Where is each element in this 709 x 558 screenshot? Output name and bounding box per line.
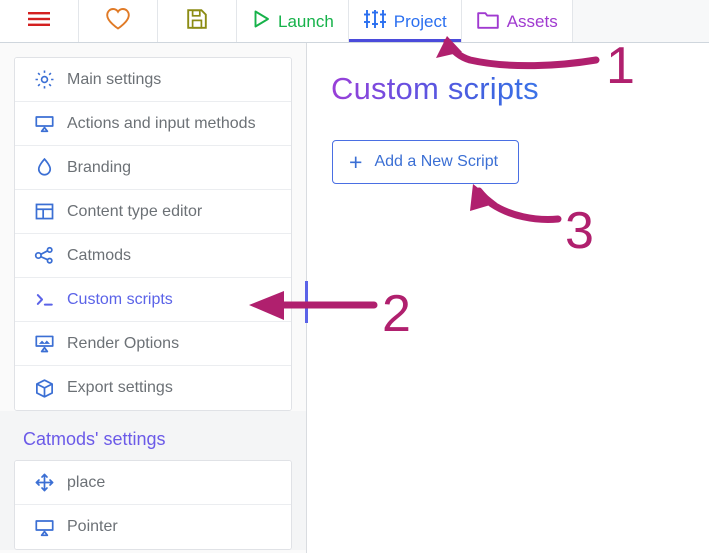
- sidebar-item-label: Content type editor: [67, 202, 203, 220]
- hamburger-menu-icon: [27, 10, 51, 33]
- sidebar-item-label: Pointer: [67, 518, 118, 535]
- share-nodes-icon: [33, 245, 55, 267]
- screen-input-icon: [33, 113, 55, 135]
- move-arrows-icon: [33, 472, 55, 494]
- save-floppy-icon: [185, 7, 209, 36]
- sidebar-item-branding[interactable]: Branding: [15, 146, 291, 190]
- sidebar-item-pointer[interactable]: Pointer: [15, 505, 291, 549]
- sidebar-item-main-settings[interactable]: Main settings: [15, 58, 291, 102]
- sidebar-item-label: Catmods: [67, 246, 132, 264]
- sliders-icon: [363, 8, 387, 35]
- folder-icon: [476, 8, 500, 35]
- catmods-section-title: Catmods' settings: [0, 411, 306, 460]
- sidebar-item-label: Branding: [67, 158, 132, 176]
- sidebar-item-label: Export settings: [67, 379, 173, 396]
- heart-icon: [105, 7, 131, 36]
- menu-button[interactable]: [0, 0, 79, 42]
- catmods-settings-section: Catmods' settings place Pointer: [0, 411, 306, 550]
- sidebar-item-render-options[interactable]: Render Options: [15, 322, 291, 366]
- play-triangle-icon: [251, 9, 271, 34]
- favorites-button[interactable]: [79, 0, 158, 42]
- image-screen-icon: [33, 333, 55, 355]
- launch-tab[interactable]: Launch: [237, 0, 349, 42]
- sidebar-item-content-type-editor[interactable]: Content type editor: [15, 190, 291, 234]
- sidebar-item-label: Actions and input methods: [67, 114, 256, 132]
- screen-input-icon: [33, 516, 55, 538]
- sidebar-item-label: Main settings: [67, 70, 162, 88]
- assets-tab[interactable]: Assets: [461, 0, 573, 42]
- project-tab-label: Project: [393, 11, 447, 31]
- terminal-prompt-icon: [33, 289, 55, 311]
- catmods-nav-group: place Pointer: [14, 460, 292, 550]
- plus-icon: +: [349, 148, 363, 175]
- content-area: Main settings Actions and input methods: [0, 43, 709, 553]
- sidebar-item-place[interactable]: place: [15, 461, 291, 505]
- settings-sidebar: Main settings Actions and input methods: [0, 43, 307, 553]
- project-settings-nav-group: Main settings Actions and input methods: [14, 57, 292, 411]
- package-box-icon: [33, 377, 55, 399]
- add-script-button-label: Add a New Script: [374, 153, 499, 170]
- main-panel: Custom scripts + Add a New Script: [308, 43, 709, 553]
- sidebar-item-label: Render Options: [67, 334, 180, 352]
- text-cursor-caret: [305, 281, 308, 323]
- assets-tab-label: Assets: [506, 11, 558, 31]
- layout-panel-icon: [33, 201, 55, 223]
- sidebar-item-label: place: [67, 473, 106, 491]
- droplet-icon: [33, 157, 55, 179]
- sidebar-item-actions-and-input-methods[interactable]: Actions and input methods: [15, 102, 291, 146]
- toolbar-empty-space: [572, 0, 709, 42]
- sidebar-item-export-settings[interactable]: Export settings: [15, 366, 291, 410]
- sidebar-item-label: Custom scripts: [67, 290, 173, 308]
- page-title: Custom scripts: [331, 71, 539, 106]
- project-tab[interactable]: Project: [348, 0, 462, 42]
- add-script-button[interactable]: + Add a New Script: [332, 140, 520, 184]
- sidebar-item-custom-scripts[interactable]: Custom scripts: [15, 278, 291, 322]
- gear-icon: [33, 69, 55, 91]
- top-toolbar: Launch Project Assets: [0, 0, 709, 43]
- sidebar-item-catmods[interactable]: Catmods: [15, 234, 291, 278]
- save-button[interactable]: [158, 0, 237, 42]
- launch-tab-label: Launch: [278, 11, 334, 31]
